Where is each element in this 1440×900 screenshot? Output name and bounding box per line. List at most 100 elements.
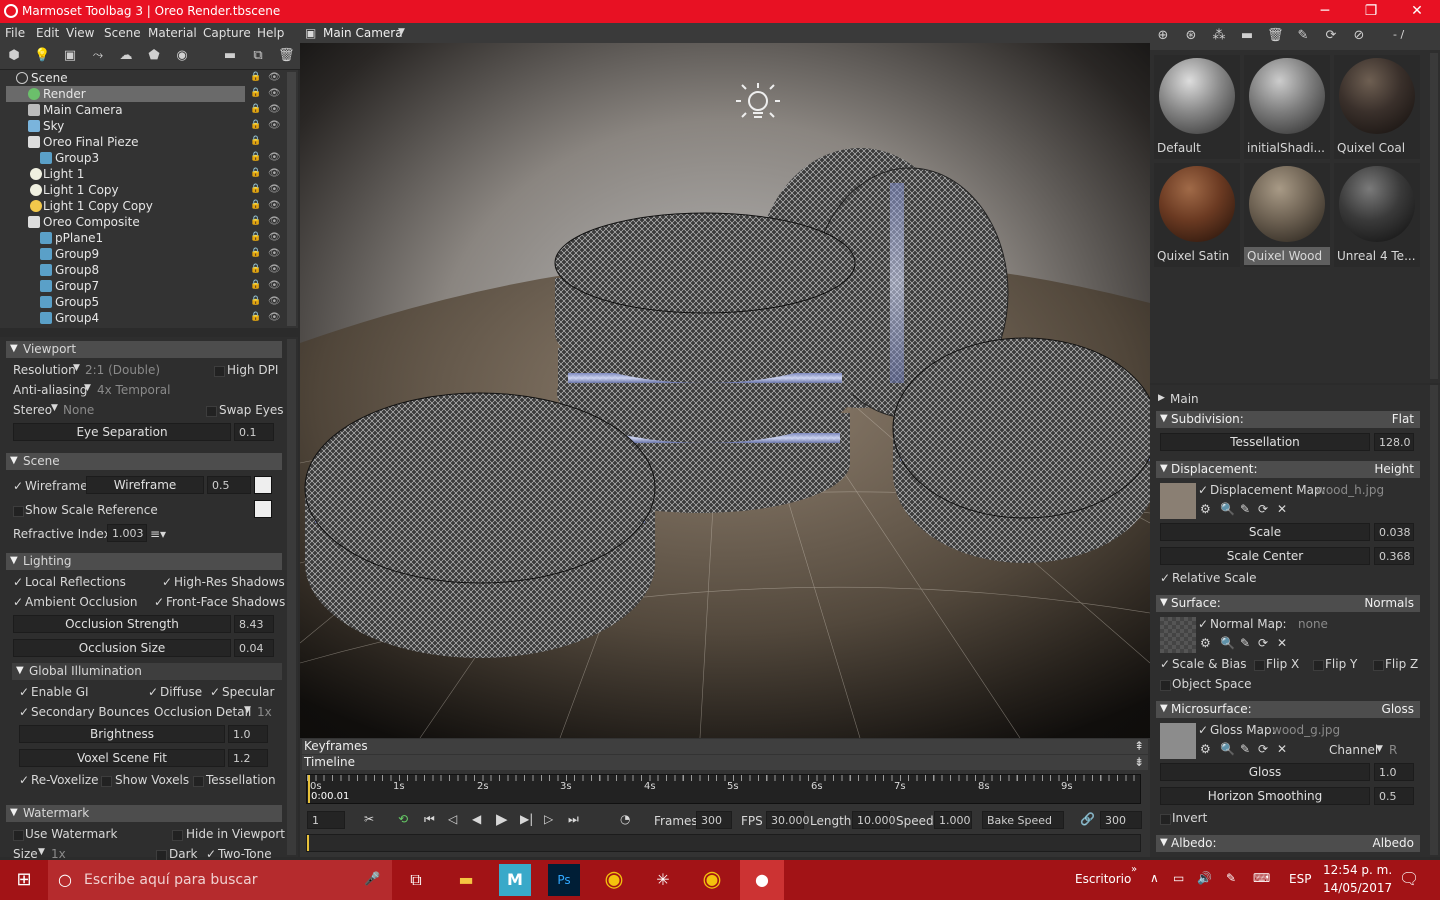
file-explorer-icon[interactable]: ▬: [450, 864, 482, 896]
add-camera-icon[interactable]: ▣: [62, 48, 78, 64]
material-quixel-satin[interactable]: Quixel Satin: [1154, 163, 1240, 267]
voxel-scene-fit-value[interactable]: 1.2: [228, 749, 268, 767]
eye-icon[interactable]: 👁: [268, 152, 282, 163]
scale-center-slider[interactable]: Scale Center: [1160, 547, 1370, 565]
high-res-shadows-check[interactable]: ✓: [162, 575, 172, 589]
desktop-label[interactable]: Escritorio: [1075, 872, 1131, 886]
lock-icon[interactable]: 🔒: [250, 104, 261, 115]
eye-icon[interactable]: 👁: [268, 296, 282, 307]
list-icon[interactable]: ≡▾: [150, 527, 166, 541]
tree-item-group7[interactable]: Group7 🔒 👁: [0, 278, 285, 294]
two-tone-check[interactable]: ✓: [206, 847, 216, 861]
tray-expand-icon[interactable]: ∧: [1150, 871, 1159, 885]
material-quixel-coal[interactable]: Quixel Coal: [1334, 55, 1420, 159]
swap-eyes-checkbox[interactable]: [206, 406, 217, 417]
skip-start-icon[interactable]: ⏮: [424, 812, 435, 827]
timeline-bar[interactable]: Timeline ⇟: [302, 755, 1148, 770]
occlusion-strength-slider[interactable]: Occlusion Strength: [13, 615, 231, 633]
tree-item-pplane1[interactable]: pPlane1 🔒 👁: [0, 230, 285, 246]
eye-icon[interactable]: 👁: [268, 104, 282, 115]
settings-icon[interactable]: ⚙: [1200, 502, 1211, 516]
global-illumination-header[interactable]: ▼ Global Illumination: [12, 663, 282, 680]
lock-icon[interactable]: 🔒: [250, 312, 261, 323]
eye-icon[interactable]: 👁: [268, 312, 282, 323]
horizon-smoothing-value[interactable]: 0.5: [1374, 787, 1414, 805]
fps-field[interactable]: 30.000: [766, 811, 810, 829]
aa-dropdown-icon[interactable]: ▼: [84, 383, 91, 393]
eye-icon[interactable]: 👁: [268, 216, 282, 227]
watermark-size-dropdown-icon[interactable]: ▼: [38, 847, 45, 857]
eye-icon[interactable]: 👁: [268, 248, 282, 259]
eye-icon[interactable]: 👁: [268, 88, 282, 99]
material-default[interactable]: Default: [1154, 55, 1240, 159]
lock-icon[interactable]: 🔒: [250, 88, 261, 99]
add-shadow-catcher-icon[interactable]: ☁: [118, 48, 134, 64]
pick-icon[interactable]: ⊘: [1351, 28, 1367, 44]
pen-icon[interactable]: ✎: [1226, 871, 1236, 885]
occlusion-size-value[interactable]: 0.04: [234, 639, 274, 657]
chrome-icon[interactable]: ◉: [598, 864, 630, 896]
collapse-timeline-icon[interactable]: ⇟: [1134, 755, 1144, 769]
task-view-icon[interactable]: ⧉: [400, 864, 432, 896]
lock-icon[interactable]: 🔒: [250, 120, 261, 131]
watermark-section-header[interactable]: ▼ Watermark: [6, 805, 282, 822]
keyframe-track[interactable]: [306, 834, 1141, 852]
revoxelize-check[interactable]: ✓: [19, 773, 29, 787]
menu-file[interactable]: File: [5, 26, 25, 40]
show-voxels-checkbox[interactable]: [101, 776, 112, 787]
hide-in-viewport-checkbox[interactable]: [172, 830, 183, 841]
relative-scale-check[interactable]: ✓: [1160, 571, 1170, 585]
keyboard-icon[interactable]: ⌨: [1253, 871, 1270, 885]
eye-icon[interactable]: 👁: [268, 120, 282, 131]
lock-icon[interactable]: 🔒: [250, 280, 261, 291]
stereo-value[interactable]: None: [63, 403, 94, 417]
subdivision-header[interactable]: ▼ Subdivision: Flat: [1156, 411, 1420, 428]
gloss-map-thumb[interactable]: [1160, 723, 1196, 759]
properties-scrollbar[interactable]: [287, 339, 296, 855]
eye-icon[interactable]: 👁: [268, 200, 282, 211]
use-watermark-checkbox[interactable]: [13, 830, 24, 841]
next-key-icon[interactable]: ▷: [544, 812, 553, 826]
flip-x-checkbox[interactable]: [1254, 660, 1265, 671]
trash-icon[interactable]: 🗑: [278, 48, 295, 64]
photoshop-icon[interactable]: Ps: [548, 864, 580, 896]
tree-item-oreo-final[interactable]: Oreo Final Pieze 🔒: [0, 134, 285, 150]
show-scale-checkbox[interactable]: [13, 506, 24, 517]
lock-icon[interactable]: 🔒: [250, 232, 261, 243]
gloss-check-icon[interactable]: ✓: [1198, 723, 1208, 737]
reload-icon[interactable]: ⟳: [1258, 742, 1268, 756]
restore-button[interactable]: ❐: [1348, 0, 1394, 23]
tree-item-light1[interactable]: Light 1 🔒 👁: [0, 166, 285, 182]
search-icon[interactable]: 🔍: [1220, 636, 1235, 650]
clock-date[interactable]: 14/05/2017: [1323, 881, 1392, 895]
eye-icon[interactable]: 👁: [268, 232, 282, 243]
scale-slider[interactable]: Scale: [1160, 523, 1370, 541]
clear-icon[interactable]: ✕: [1277, 636, 1287, 650]
diffuse-check[interactable]: ✓: [148, 685, 158, 699]
volume-icon[interactable]: 🔊: [1197, 871, 1212, 885]
wireframe-color-swatch[interactable]: [254, 476, 272, 494]
step-back-icon[interactable]: ◀: [472, 812, 481, 826]
scale-color-swatch[interactable]: [254, 500, 272, 518]
lock-icon[interactable]: 🔒: [250, 152, 261, 163]
resolution-dropdown-icon[interactable]: ▼: [73, 363, 80, 373]
eye-icon[interactable]: 👁: [268, 72, 282, 83]
occlusion-size-slider[interactable]: Occlusion Size: [13, 639, 231, 657]
scale-value[interactable]: 0.038: [1374, 523, 1414, 541]
settings-icon[interactable]: ⚙: [1200, 636, 1211, 650]
frames-field[interactable]: 300: [696, 811, 732, 829]
scale-bias-check[interactable]: ✓: [1160, 657, 1170, 671]
local-reflections-check[interactable]: ✓: [13, 575, 23, 589]
menu-scene[interactable]: Scene: [104, 26, 141, 40]
tessellation-slider[interactable]: Tessellation: [1160, 433, 1370, 451]
search-icon[interactable]: 🔍: [1220, 502, 1235, 516]
menu-edit[interactable]: Edit: [36, 26, 59, 40]
brightness-slider[interactable]: Brightness: [19, 725, 225, 743]
maya-icon[interactable]: M: [499, 864, 531, 896]
front-face-shadows-check[interactable]: ✓: [154, 595, 164, 609]
refresh-icon[interactable]: ⟳: [1323, 28, 1339, 44]
tree-item-oreo-composite[interactable]: Oreo Composite 🔒 👁: [0, 214, 285, 230]
marmoset-taskbar-icon[interactable]: ●: [740, 860, 784, 900]
eye-icon[interactable]: 👁: [268, 264, 282, 275]
timeline-ruler[interactable]: 0s 1s 2s 3s 4s 5s 6s 7s 8s 9s 0:00.01: [306, 774, 1142, 804]
